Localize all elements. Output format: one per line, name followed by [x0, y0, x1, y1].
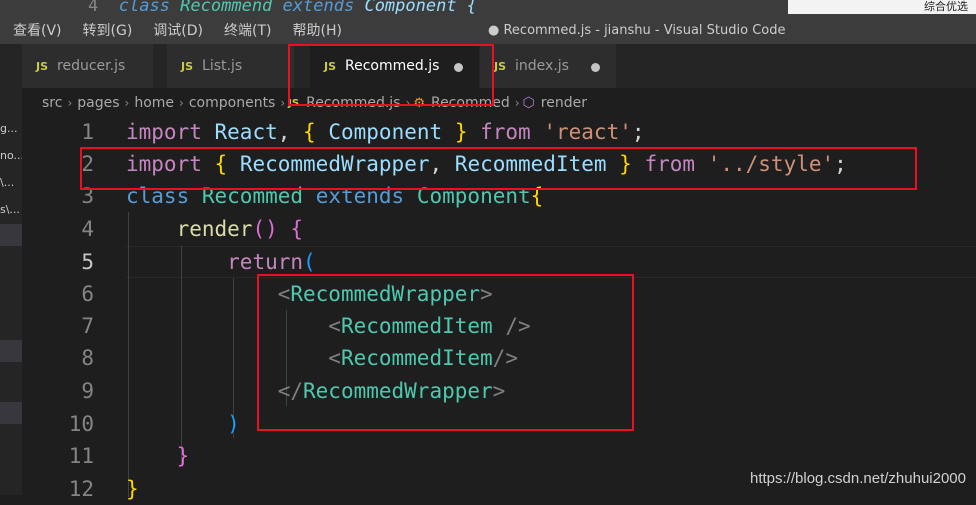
breadcrumb-src[interactable]: src — [40, 95, 64, 111]
code-peek: 4 class Recommend extends Component { — [88, 0, 478, 14]
window-title: ● Recommed.js - jianshu - Visual Studio … — [488, 23, 786, 38]
breadcrumb-method[interactable]: render — [539, 95, 589, 111]
explorer-selection — [0, 224, 22, 246]
code-text: ) — [227, 412, 240, 436]
chevron-right-icon: › — [124, 96, 130, 110]
menu-view[interactable]: 查看(V) — [0, 20, 70, 42]
title-bar: 4 class Recommend extends Component { 综合… — [0, 0, 976, 44]
annotation-box-import — [80, 147, 917, 190]
chevron-right-icon: › — [179, 96, 184, 110]
line-number: 8 — [81, 346, 94, 370]
tab-label: index.js — [515, 58, 569, 74]
menu-terminal[interactable]: 终端(T) — [211, 20, 279, 42]
line-number: 10 — [68, 412, 94, 436]
menu-help[interactable]: 帮助(H) — [280, 20, 350, 42]
code-text: } — [176, 444, 190, 468]
line-number: 6 — [81, 282, 94, 306]
chevron-right-icon: › — [280, 96, 286, 110]
chevron-right-icon: › — [514, 96, 520, 110]
code-text: } — [126, 477, 139, 501]
code-line: 4 render() { — [22, 213, 976, 245]
annotation-box-tab — [288, 44, 494, 106]
breadcrumb-home[interactable]: home — [132, 95, 176, 111]
tab-reducer[interactable]: JS reducer.js — [22, 44, 154, 88]
line-number: 12 — [68, 477, 94, 501]
watermark: https://blog.csdn.net/zhuhui2000 — [750, 470, 966, 487]
explorer-item[interactable]: no... — [0, 149, 22, 162]
explorer-item[interactable]: s\... — [0, 203, 22, 216]
method-symbol-icon: ⬡ — [522, 95, 535, 111]
tab-label: List.js — [202, 58, 243, 74]
overlapping-window: 综合优选 — [788, 0, 976, 14]
explorer-item[interactable]: \... — [0, 176, 22, 189]
code-line: 1 import React, { Component } from 'reac… — [22, 116, 976, 148]
menu-debug[interactable]: 调试(D) — [140, 20, 211, 42]
tab-label: reducer.js — [57, 58, 126, 74]
menu-go[interactable]: 转到(G) — [70, 20, 141, 42]
code-text: render() { — [176, 217, 304, 241]
breadcrumb-pages[interactable]: pages — [75, 95, 121, 111]
tab-list[interactable]: JS List.js — [167, 44, 295, 88]
js-file-icon: JS — [36, 59, 49, 73]
line-number: 11 — [68, 444, 94, 468]
unsaved-dot-icon[interactable] — [591, 63, 600, 72]
js-file-icon: JS — [494, 59, 507, 73]
code-line: 11 } — [22, 440, 976, 472]
explorer-panel: g... no... \... s\... — [0, 44, 22, 495]
line-number: 5 — [81, 250, 94, 274]
annotation-box-jsx — [257, 274, 634, 431]
line-number: 7 — [81, 314, 94, 338]
explorer-item[interactable]: g... — [0, 122, 22, 135]
line-number: 9 — [81, 379, 94, 403]
line-number: 4 — [81, 217, 94, 241]
tab-index[interactable]: JS index.js — [480, 44, 617, 88]
explorer-selection — [0, 402, 22, 424]
chevron-right-icon: › — [67, 96, 73, 110]
tab-bar: JS reducer.js JS List.js JS Recommed.js … — [22, 44, 976, 88]
menu-bar: 查看(V) 转到(G) 调试(D) 终端(T) 帮助(H) — [0, 20, 350, 42]
js-file-icon: JS — [181, 59, 194, 73]
breadcrumb-components[interactable]: components — [187, 95, 278, 111]
code-text: import React, { Component } from 'react'… — [126, 120, 645, 144]
explorer-selection — [0, 340, 22, 362]
line-number: 1 — [81, 120, 94, 144]
